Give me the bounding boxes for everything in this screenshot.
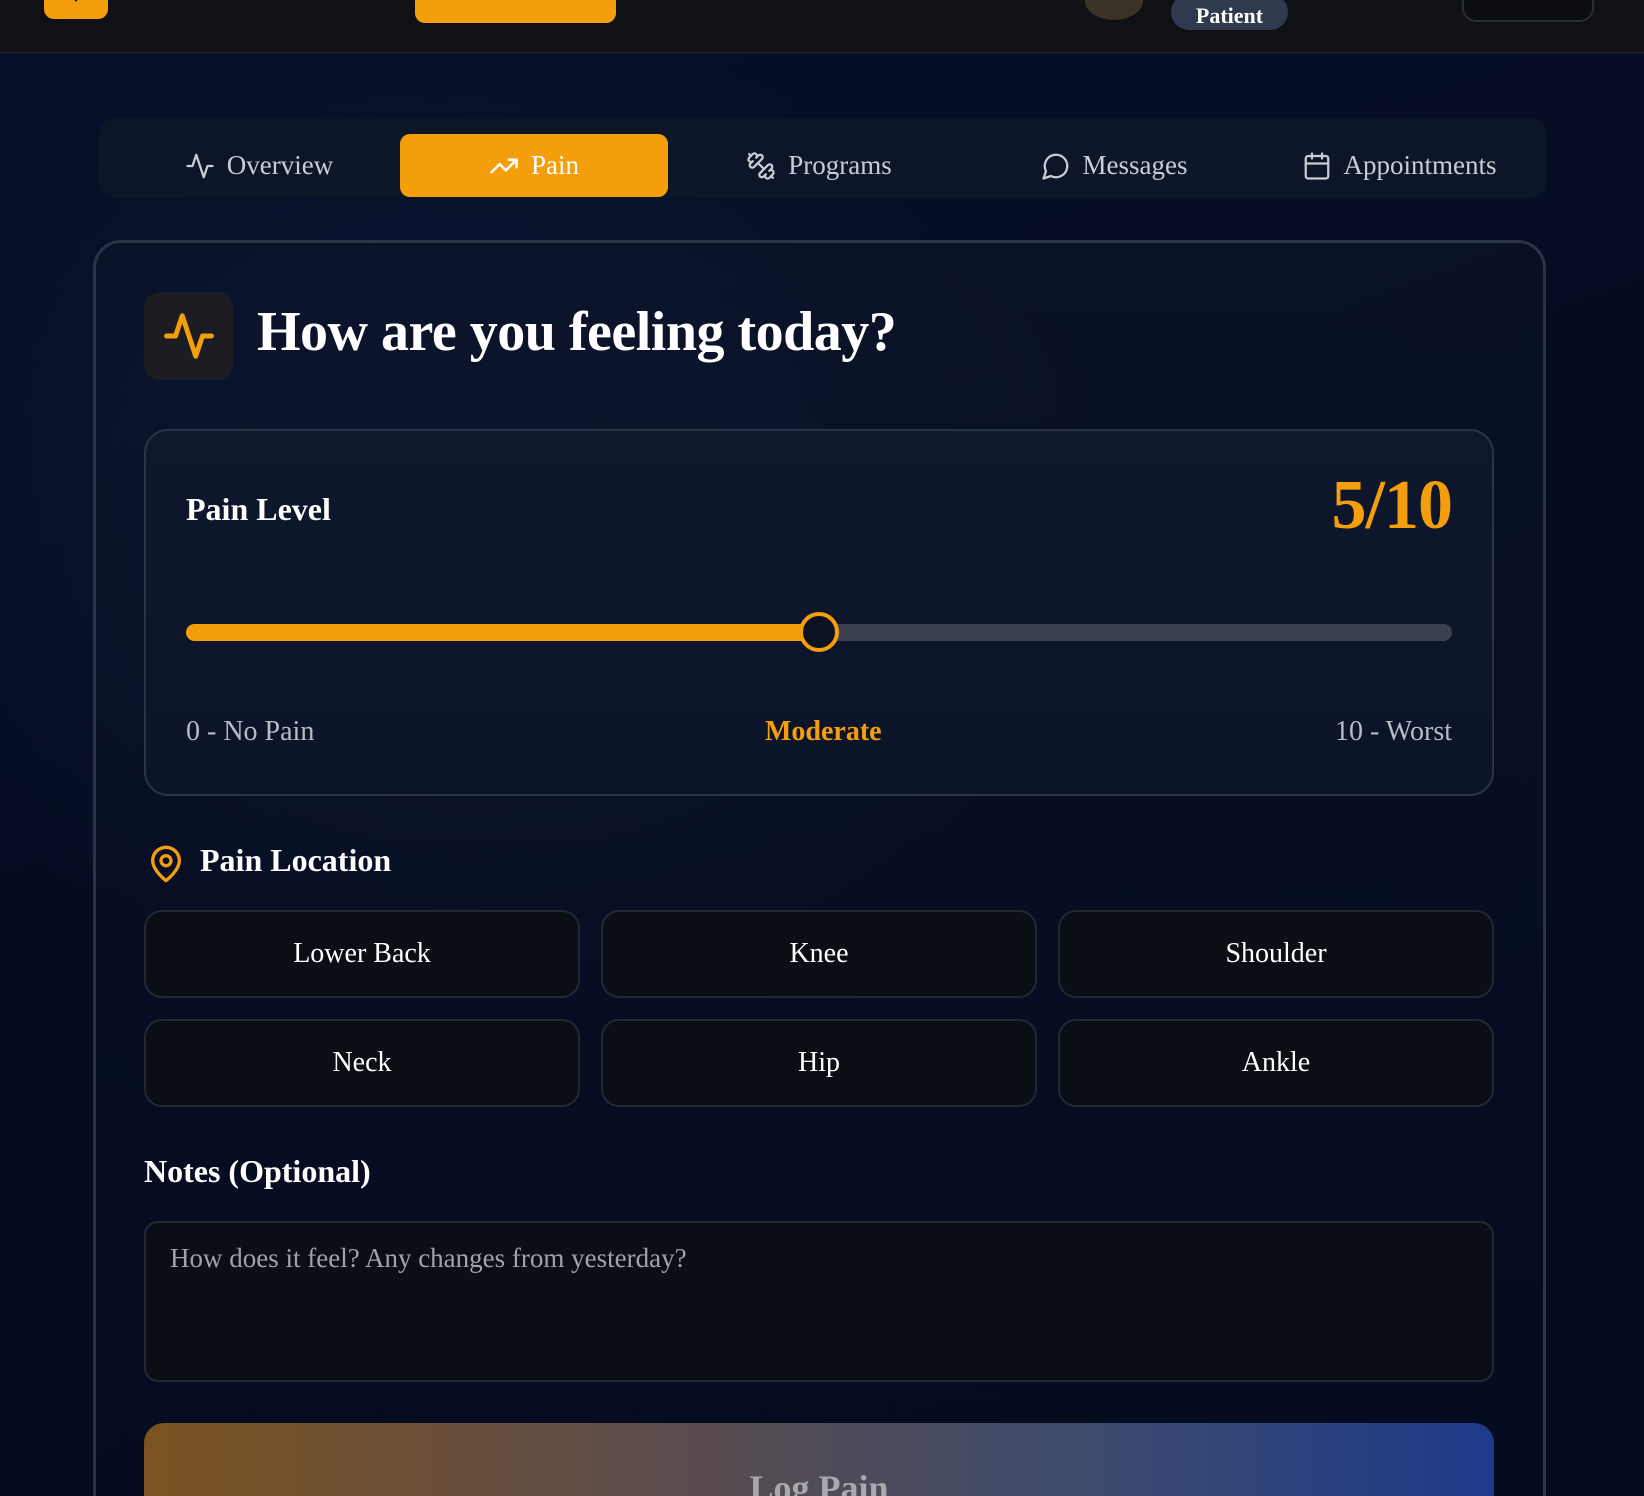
- tab-messages[interactable]: Messages: [1014, 134, 1214, 197]
- location-option-hip[interactable]: Hip: [601, 1019, 1037, 1107]
- scale-current-label: Moderate: [765, 716, 882, 747]
- tab-label: Pain: [530, 150, 579, 180]
- app-logo[interactable]: [44, 0, 108, 19]
- scale-min-label: 0 - No Pain: [186, 716, 315, 747]
- heading-icon-box: [144, 292, 233, 380]
- trending-up-icon: [490, 158, 518, 173]
- pain-level-label: Pain Level: [186, 491, 331, 527]
- pain-level-slider[interactable]: [186, 612, 1452, 652]
- location-option-neck[interactable]: Neck: [144, 1019, 580, 1107]
- location-option-shoulder[interactable]: Shoulder: [1058, 910, 1494, 998]
- notes-input[interactable]: [144, 1221, 1494, 1382]
- map-pin-icon: [151, 845, 181, 883]
- activity-icon: [186, 153, 214, 178]
- pain-location-label: Pain Location: [200, 842, 392, 878]
- log-pain-button[interactable]: Log Pain: [144, 1423, 1494, 1496]
- slider-thumb[interactable]: [799, 612, 839, 652]
- scale-max-label: 10 - Worst: [1334, 716, 1452, 747]
- tab-appointments[interactable]: Appointments: [1279, 134, 1519, 197]
- location-option-ankle[interactable]: Ankle: [1058, 1019, 1494, 1107]
- tab-pain[interactable]: Pain: [400, 134, 668, 197]
- tab-label: Appointments: [1343, 150, 1497, 180]
- top-nav-active-item[interactable]: [415, 0, 616, 23]
- tab-overview[interactable]: Overview: [159, 134, 359, 197]
- tab-label: Overview: [226, 150, 334, 180]
- tab-programs[interactable]: Programs: [719, 134, 919, 197]
- page-title: How are you feeling today?: [257, 301, 897, 363]
- role-badge: Patient: [1171, 0, 1288, 30]
- location-option-lower-back[interactable]: Lower Back: [144, 910, 580, 998]
- account-button[interactable]: [1462, 0, 1594, 22]
- pain-level-value: 5/10: [1331, 467, 1453, 544]
- message-circle-icon: [1041, 153, 1068, 180]
- activity-icon: [163, 313, 214, 359]
- top-navbar: Patient: [0, 0, 1644, 53]
- dashboard-tabs: Overview Pain Programs Messages Appointm…: [99, 118, 1546, 198]
- notes-label: Notes (Optional): [144, 1153, 371, 1189]
- location-option-knee[interactable]: Knee: [601, 910, 1037, 998]
- heart-icon: [74, 0, 78, 2]
- tab-label: Messages: [1082, 150, 1188, 180]
- dumbbell-icon: [747, 151, 775, 180]
- tab-label: Programs: [788, 150, 892, 180]
- avatar[interactable]: [1085, 0, 1143, 20]
- slider-fill: [186, 624, 819, 641]
- calendar-icon: [1304, 151, 1329, 180]
